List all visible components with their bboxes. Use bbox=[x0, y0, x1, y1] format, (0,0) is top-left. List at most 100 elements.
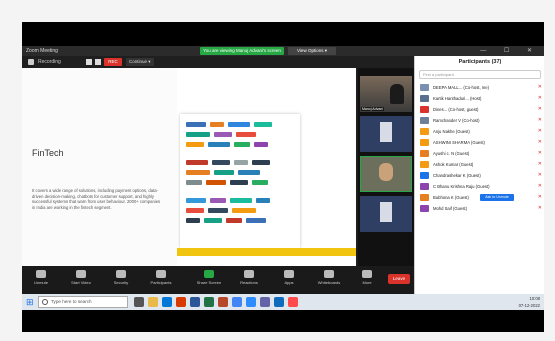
participant-row[interactable]: Ramchander V (Co-host) ✕ bbox=[415, 115, 544, 126]
whiteboards-button[interactable]: Whiteboards bbox=[314, 270, 344, 285]
start-video-label: Start Video bbox=[71, 280, 91, 285]
person-silhouette bbox=[390, 84, 404, 104]
participant-row[interactable]: DEEPA MALL... (Co-host, me) ✕ bbox=[415, 82, 544, 93]
zoom-icon[interactable] bbox=[246, 297, 256, 307]
logo-row bbox=[186, 198, 270, 203]
logo-row bbox=[186, 132, 256, 137]
mic-muted-icon: ✕ bbox=[537, 194, 542, 200]
view-options-button[interactable]: View Options ▾ bbox=[288, 47, 336, 55]
avatar bbox=[420, 106, 429, 113]
shield-icon bbox=[28, 59, 34, 65]
slide-accent-bar bbox=[177, 248, 356, 256]
video-tile-active-speaker[interactable] bbox=[360, 156, 412, 192]
taskbar-search-placeholder: Type here to search bbox=[51, 299, 92, 304]
company-logo bbox=[230, 180, 248, 185]
tray-date: 07-12-2022 bbox=[518, 303, 540, 308]
participant-name: Ashok Kumar (Guest) bbox=[433, 162, 474, 167]
company-logo bbox=[234, 160, 248, 165]
participant-name: DEEPA MALL... (Co-host, me) bbox=[433, 85, 490, 90]
company-logo bbox=[210, 122, 224, 127]
company-logo bbox=[186, 208, 204, 213]
participants-button[interactable]: Participants bbox=[146, 270, 176, 285]
participant-row[interactable]: Anju Nakhe (Guest) ✕ bbox=[415, 126, 544, 137]
logo-row bbox=[186, 160, 270, 165]
share-screen-button[interactable]: Share Screen bbox=[194, 270, 224, 285]
windows-taskbar: ⊞ Type here to search 10:08 07-12-2022 bbox=[22, 294, 544, 310]
security-button[interactable]: Security bbox=[106, 270, 136, 285]
people-icon bbox=[156, 270, 166, 278]
app-icon[interactable] bbox=[288, 297, 298, 307]
slide-body: It covers a wide range of solutions, inc… bbox=[32, 188, 161, 210]
more-button[interactable]: More bbox=[352, 270, 382, 285]
leave-button[interactable]: Leave bbox=[388, 274, 410, 284]
company-logo bbox=[186, 170, 210, 175]
unmute-button[interactable]: Unmute bbox=[26, 270, 56, 285]
whiteboards-label: Whiteboards bbox=[317, 280, 341, 285]
participant-list: DEEPA MALL... (Co-host, me) ✕ Kartik Hant… bbox=[415, 82, 544, 214]
teams-icon[interactable] bbox=[260, 297, 270, 307]
participant-search-input[interactable]: Find a participant bbox=[419, 70, 541, 79]
avatar bbox=[420, 84, 429, 91]
office-icon[interactable] bbox=[176, 297, 186, 307]
company-logo bbox=[254, 122, 272, 127]
word-icon[interactable] bbox=[190, 297, 200, 307]
edge-icon[interactable] bbox=[162, 297, 172, 307]
security-label: Security bbox=[113, 280, 129, 285]
video-tile[interactable] bbox=[360, 116, 412, 152]
participant-row[interactable]: Ashok Kumar (Guest) ✕ bbox=[415, 159, 544, 170]
mic-muted-icon: ✕ bbox=[537, 84, 542, 90]
participant-row[interactable]: Ayushi c. N (Guest) ✕ bbox=[415, 148, 544, 159]
participant-row[interactable]: Chandrashekar K (Guest) ✕ bbox=[415, 170, 544, 181]
task-view-icon[interactable] bbox=[134, 297, 144, 307]
file-explorer-icon[interactable] bbox=[148, 297, 158, 307]
participant-name: Chandrashekar K (Guest) bbox=[433, 173, 481, 178]
taskbar-search-input[interactable]: Type here to search bbox=[38, 296, 128, 308]
participant-row[interactable]: ASHWINI SHARMA (Guest) ✕ bbox=[415, 137, 544, 148]
recording-status[interactable]: Continue ▾ bbox=[126, 58, 154, 66]
letterbox-bottom bbox=[22, 310, 544, 332]
company-logo bbox=[254, 142, 268, 147]
company-logo bbox=[246, 218, 266, 223]
unmute-label: Unmute bbox=[33, 280, 48, 285]
institute-logo bbox=[380, 122, 392, 142]
company-logo bbox=[204, 218, 222, 223]
share-screen-label: Share Screen bbox=[196, 280, 222, 285]
participants-panel: Participants (37) Find a participant DEE… bbox=[414, 56, 544, 310]
company-logo bbox=[228, 122, 250, 127]
video-tile[interactable]: Manoj Advani bbox=[360, 76, 412, 112]
avatar bbox=[420, 95, 429, 102]
participant-row[interactable]: Dines... (Co-host, guest) ✕ bbox=[415, 104, 544, 115]
participant-name: C Bhanu Krishna Raju (Guest) bbox=[433, 184, 490, 189]
outlook-icon[interactable] bbox=[274, 297, 284, 307]
window-controls[interactable]: — ☐ ✕ bbox=[480, 46, 540, 56]
pause-icon[interactable] bbox=[86, 59, 92, 65]
powerpoint-icon[interactable] bbox=[218, 297, 228, 307]
avatar bbox=[420, 194, 429, 201]
chrome-icon[interactable] bbox=[232, 297, 242, 307]
participant-row[interactable]: C Bhanu Krishna Raju (Guest) ✕ bbox=[415, 181, 544, 192]
screen-share-banner: You are viewing Manoj Advani's screen bbox=[200, 47, 284, 55]
participant-name: Kartik Hanthaduri... (Host) bbox=[433, 96, 482, 101]
video-tile[interactable] bbox=[360, 196, 412, 232]
apps-button[interactable]: Apps bbox=[274, 270, 304, 285]
monitor-screen: Zoom Meeting You are viewing Manoj Advan… bbox=[22, 22, 544, 332]
company-logo bbox=[232, 208, 256, 213]
start-video-button[interactable]: Start Video bbox=[66, 270, 96, 285]
apps-label: Apps bbox=[284, 280, 294, 285]
company-logo bbox=[226, 218, 242, 223]
company-logo bbox=[186, 122, 206, 127]
participant-row[interactable]: Mohd Saif (Guest) ✕ bbox=[415, 203, 544, 214]
company-logo bbox=[256, 198, 270, 203]
windows-start-icon[interactable]: ⊞ bbox=[26, 297, 36, 307]
share-screen-icon bbox=[204, 270, 214, 278]
stop-icon[interactable] bbox=[95, 59, 101, 65]
participant-name: Mohd Saif (Guest) bbox=[433, 206, 467, 211]
excel-icon[interactable] bbox=[204, 297, 214, 307]
participant-row[interactable]: Bubhona K (Guest) Ask to Unmute ✕ bbox=[415, 192, 544, 203]
system-tray[interactable]: 10:08 07-12-2022 bbox=[519, 295, 540, 309]
mic-muted-icon: ✕ bbox=[537, 128, 542, 134]
reactions-button[interactable]: Reactions bbox=[234, 270, 264, 285]
participant-row[interactable]: Kartik Hanthaduri... (Host) ✕ bbox=[415, 93, 544, 104]
ask-to-unmute-button[interactable]: Ask to Unmute bbox=[480, 194, 514, 201]
company-logo bbox=[206, 180, 226, 185]
